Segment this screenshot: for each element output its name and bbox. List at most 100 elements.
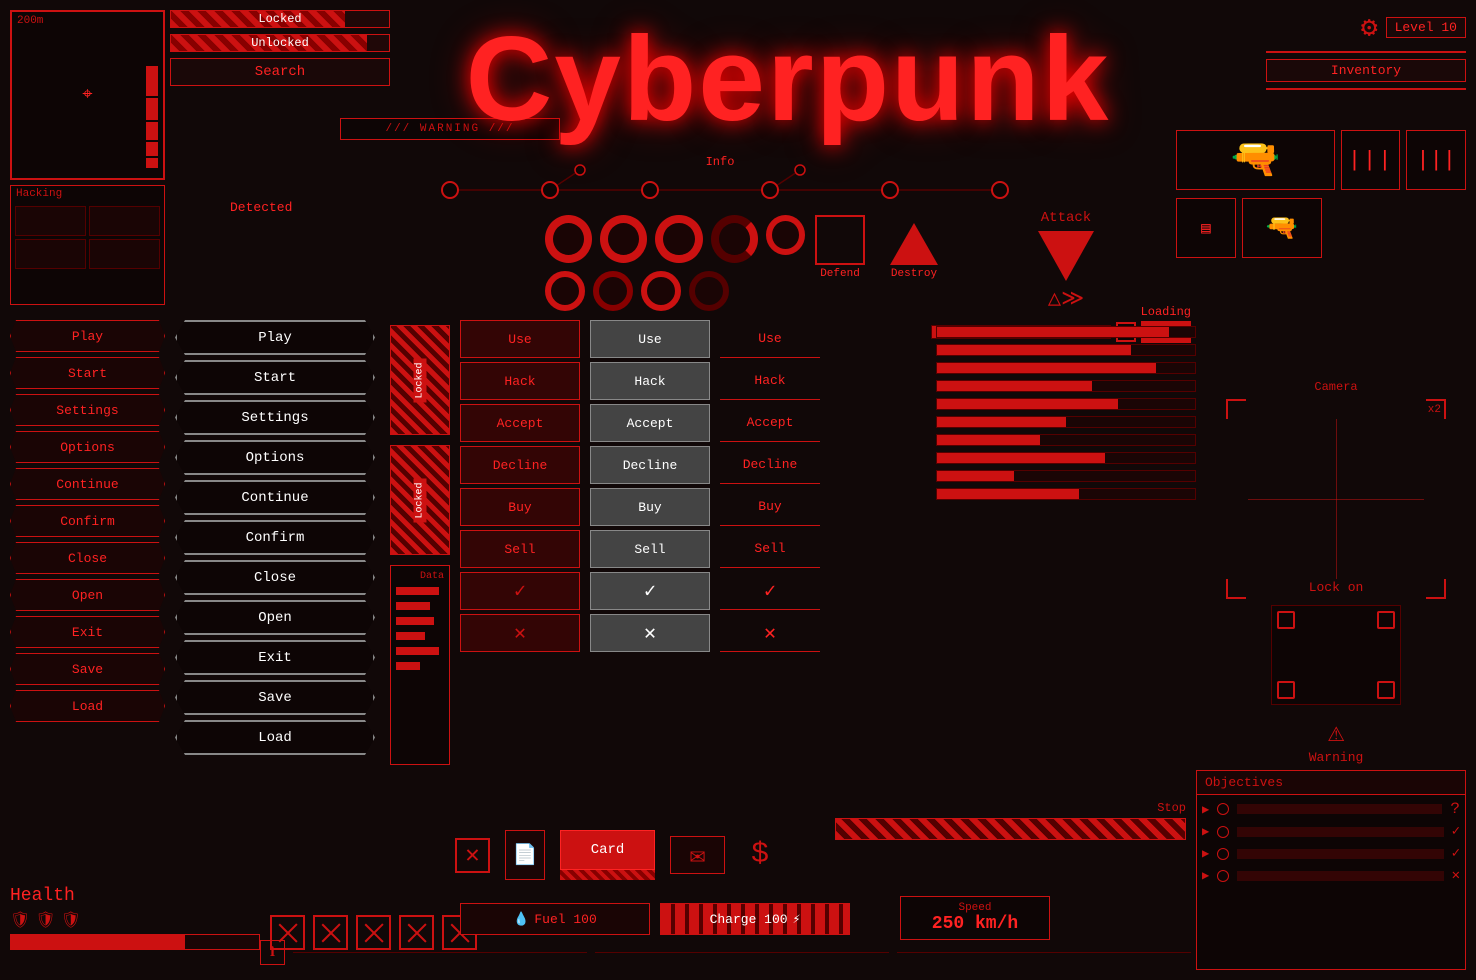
mail-icon-box[interactable]: ✉	[670, 836, 725, 874]
map-bar-2	[146, 98, 158, 120]
btn-hack-gray[interactable]: Hack	[590, 362, 710, 400]
weapon-pistol: 🔫	[1242, 198, 1322, 258]
btn-accept-gray[interactable]: Accept	[590, 404, 710, 442]
btn-start-second[interactable]: Start	[175, 360, 375, 395]
btn-buy-dark[interactable]: Buy	[460, 488, 580, 526]
btn-hack-line[interactable]: Hack	[720, 362, 820, 400]
btn-use-dark[interactable]: Use	[460, 320, 580, 358]
btn-sell-dark[interactable]: Sell	[460, 530, 580, 568]
btn-save-left[interactable]: Save	[10, 653, 165, 685]
gear-icon[interactable]: ⚙	[1361, 10, 1378, 45]
btn-use-line[interactable]: Use	[720, 320, 820, 358]
btn-decline-line[interactable]: Decline	[720, 446, 820, 484]
btn-exit-second[interactable]: Exit	[175, 640, 375, 675]
ammo-icon-2: |||	[1416, 148, 1456, 173]
btn-settings-left[interactable]: Settings	[10, 394, 165, 426]
top-right-panel: ⚙ Level 10 Inventory	[1266, 10, 1466, 92]
progress-track-7	[936, 434, 1196, 446]
btn-confirm-second[interactable]: Confirm	[175, 520, 375, 555]
loading-label: Loading	[931, 305, 1191, 319]
btn-close-second[interactable]: Close	[175, 560, 375, 595]
weapon-main-gun: 🔫	[1176, 130, 1335, 190]
second-buttons-panel: Play Start Settings Options Continue Con…	[175, 320, 375, 755]
donuts-area	[545, 215, 805, 325]
btn-accept-dark[interactable]: Accept	[460, 404, 580, 442]
btn-load-left[interactable]: Load	[10, 690, 165, 722]
btn-accept-line[interactable]: Accept	[720, 404, 820, 442]
divider	[1266, 51, 1466, 53]
btn-sell-gray[interactable]: Sell	[590, 530, 710, 568]
btn-load-second[interactable]: Load	[175, 720, 375, 755]
locked-box-1: Locked	[390, 325, 450, 435]
weapon-row-2: ▤ 🔫	[1176, 198, 1466, 258]
progress-track-5	[936, 398, 1196, 410]
btn-buy-gray[interactable]: Buy	[590, 488, 710, 526]
btn-check-gray[interactable]: ✓	[590, 572, 710, 610]
obj-q-1: ?	[1450, 800, 1460, 818]
btn-start-left[interactable]: Start	[10, 357, 165, 389]
btn-group-dark: Use Hack Accept Decline Buy Sell ✓ ✕	[460, 320, 580, 652]
search-track[interactable]: Search	[170, 58, 390, 86]
progress-fill-7	[937, 435, 1040, 445]
locked-panels: Locked Locked Data	[390, 325, 450, 765]
health-icon-3: 🛡	[61, 910, 81, 930]
btn-options-second[interactable]: Options	[175, 440, 375, 475]
destroy-triangle[interactable]	[890, 223, 938, 265]
btn-hack-dark[interactable]: Hack	[460, 362, 580, 400]
hacking-cell-4	[89, 239, 160, 269]
btn-check-line[interactable]: ✓	[720, 572, 820, 610]
bottom-fuel-row: 💧 Fuel 100 Charge 100 ⚡	[460, 903, 850, 935]
btn-sell-line[interactable]: Sell	[720, 530, 820, 568]
locked-box-label-1: Locked	[413, 358, 426, 402]
lockon-box	[1271, 605, 1401, 705]
status-bars: Locked Unlocked /// WARNING /// Search	[170, 10, 390, 86]
delete-x-button[interactable]: ✕	[455, 838, 490, 873]
btn-x-line[interactable]: ✕	[720, 614, 820, 652]
btn-continue-second[interactable]: Continue	[175, 480, 375, 515]
btn-open-left[interactable]: Open	[10, 579, 165, 611]
card-icon-1: ▤	[1201, 218, 1211, 238]
donut-5	[766, 215, 805, 255]
speed-value: 250 km/h	[906, 914, 1044, 934]
btn-confirm-left[interactable]: Confirm	[10, 505, 165, 537]
btn-group-line: Use Hack Accept Decline Buy Sell ✓ ✕	[720, 320, 820, 652]
charge-bolt-icon: ⚡	[793, 912, 801, 927]
btn-check-dark[interactable]: ✓	[460, 572, 580, 610]
btn-use-gray[interactable]: Use	[590, 320, 710, 358]
btn-x-gray[interactable]: ✕	[590, 614, 710, 652]
btn-play-second[interactable]: Play	[175, 320, 375, 355]
info-bar-line-1	[293, 952, 587, 953]
lockon-corner-tr	[1377, 611, 1395, 629]
card-button[interactable]: Card	[560, 830, 655, 870]
data-line-2	[396, 602, 430, 610]
btn-save-second[interactable]: Save	[175, 680, 375, 715]
x2-badge: x2	[1428, 404, 1441, 416]
btn-exit-left[interactable]: Exit	[10, 616, 165, 648]
btn-x-dark[interactable]: ✕	[460, 614, 580, 652]
inventory-button[interactable]: Inventory	[1266, 59, 1466, 82]
defend-shape[interactable]	[815, 215, 865, 265]
btn-continue-left[interactable]: Continue	[10, 468, 165, 500]
btn-play-left[interactable]: Play	[10, 320, 165, 352]
hacking-label: Hacking	[11, 186, 164, 202]
progress-fill-10	[937, 489, 1079, 499]
health-label: Health	[10, 886, 260, 906]
map-bar-5	[146, 158, 158, 168]
fuel-pill: 💧 Fuel 100	[460, 903, 650, 935]
btn-buy-line[interactable]: Buy	[720, 488, 820, 526]
weapon-ammo-2: |||	[1406, 130, 1466, 190]
unlocked-track: Unlocked	[170, 34, 390, 52]
btn-open-second[interactable]: Open	[175, 600, 375, 635]
progress-track-2	[936, 344, 1196, 356]
btn-close-left[interactable]: Close	[10, 542, 165, 574]
defend-box: Defend	[815, 215, 865, 280]
btn-options-left[interactable]: Options	[10, 431, 165, 463]
combat-shapes: Defend Destroy	[815, 215, 938, 280]
attack-triangle-down[interactable]	[1038, 231, 1094, 281]
progress-track-8	[936, 452, 1196, 464]
btn-decline-dark[interactable]: Decline	[460, 446, 580, 484]
camera-label: Camera	[1206, 380, 1466, 394]
btn-decline-gray[interactable]: Decline	[590, 446, 710, 484]
unlocked-bar-row: Unlocked	[170, 34, 390, 52]
btn-settings-second[interactable]: Settings	[175, 400, 375, 435]
